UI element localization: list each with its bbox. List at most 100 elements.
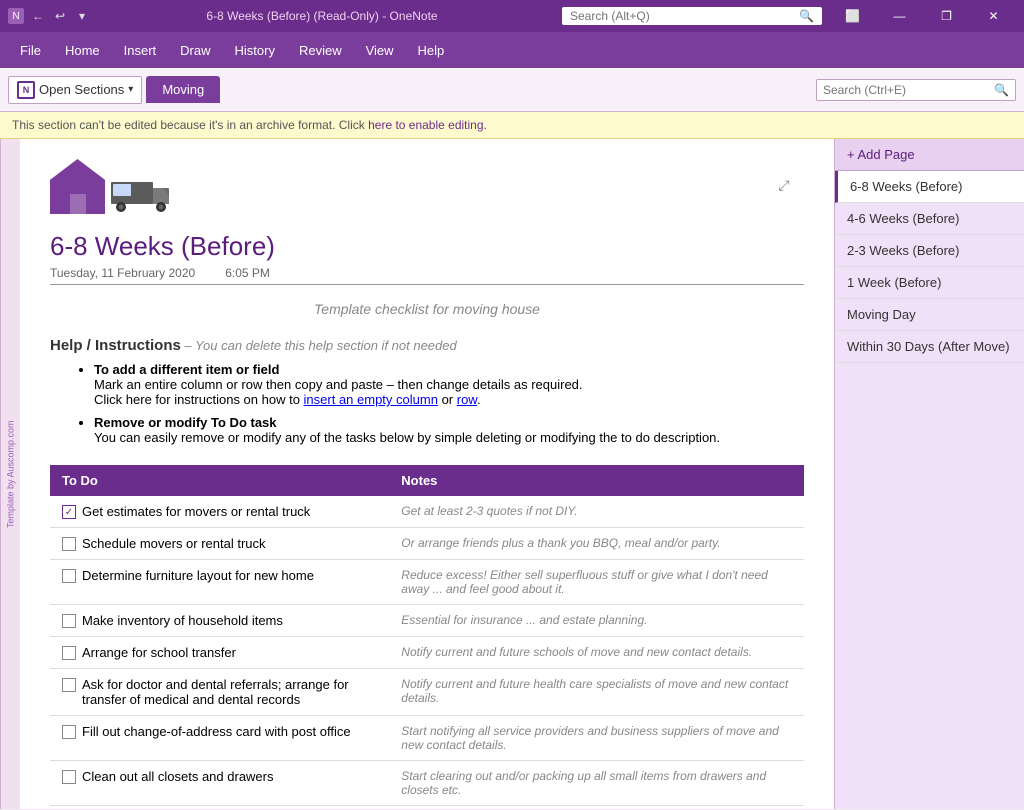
help-item-1-link-text: Click here for instructions on how to [94,392,304,407]
todo-cell-7: Clean out all closets and drawers [62,769,377,784]
todo-task-7: Clean out all closets and drawers [82,769,274,784]
todo-checkbox-4[interactable] [62,646,76,660]
help-item-1-period: . [477,392,481,407]
page-item-5[interactable]: Within 30 Days (After Move) [835,331,1024,363]
column-todo: To Do [50,465,389,496]
page-item-3[interactable]: 1 Week (Before) [835,267,1024,299]
page-date: Tuesday, 11 February 2020 6:05 PM [50,266,804,285]
todo-task-5: Ask for doctor and dental referrals; arr… [82,677,377,707]
todo-note-6: Start notifying all service providers an… [389,716,804,761]
todo-cell-3: Make inventory of household items [62,613,377,628]
watermark: Template by Auscomp.com [0,139,20,809]
help-title: Help / Instructions [50,337,181,354]
todo-task-6: Fill out change-of-address card with pos… [82,724,351,739]
help-item-1: To add a different item or field Mark an… [94,362,804,407]
house-icon [50,159,105,214]
todo-note-5: Notify current and future health care sp… [389,669,804,716]
todo-cell-2: Determine furniture layout for new home [62,568,377,583]
todo-note-2: Reduce excess! Either sell superfluous s… [389,560,804,605]
todo-checkbox-6[interactable] [62,725,76,739]
help-body: To add a different item or field Mark an… [70,362,804,445]
todo-checkbox-1[interactable] [62,537,76,551]
todo-task-0: Get estimates for movers or rental truck [82,504,310,519]
menu-draw[interactable]: Draw [168,37,222,64]
insert-column-link[interactable]: insert an empty column [304,392,438,407]
search-icon: 🔍 [799,9,814,23]
main-layout: Template by Auscomp.com ⤢ [0,139,1024,809]
todo-cell-1: Schedule movers or rental truck [62,536,377,551]
menu-file[interactable]: File [8,37,53,64]
page-item-0[interactable]: 6-8 Weeks (Before) [835,171,1024,203]
help-item-2-heading: Remove or modify To Do task [94,415,277,430]
todo-table: To Do Notes ✓ Get estimates for movers o… [50,465,804,806]
menu-home[interactable]: Home [53,37,112,64]
date-label: Tuesday, 11 February 2020 [50,266,195,280]
onenote-icon: N [8,8,24,24]
search-icon: 🔍 [994,83,1009,97]
table-row: Schedule movers or rental truck Or arran… [50,528,804,560]
title-bar: N ← ↩ ▾ 6-8 Weeks (Before) (Read-Only) -… [0,0,1024,32]
more-btn[interactable]: ▾ [74,8,90,24]
close-btn[interactable]: ✕ [971,0,1016,32]
page-item-2[interactable]: 2-3 Weeks (Before) [835,235,1024,267]
table-row: ✓ Get estimates for movers or rental tru… [50,496,804,528]
todo-checkbox-0[interactable]: ✓ [62,505,76,519]
template-description: Template checklist for moving house [50,301,804,317]
notebook-btn[interactable]: ⬜ [830,0,875,32]
page-item-4[interactable]: Moving Day [835,299,1024,331]
toolbar-search[interactable]: 🔍 [816,79,1016,101]
title-search-input[interactable] [570,9,799,23]
todo-checkbox-5[interactable] [62,678,76,692]
help-item-2: Remove or modify To Do task You can easi… [94,415,804,445]
pages-list: 6-8 Weeks (Before)4-6 Weeks (Before)2-3 … [835,171,1024,363]
menu-help[interactable]: Help [406,37,457,64]
open-sections-label: Open Sections [39,82,124,97]
menu-insert[interactable]: Insert [112,37,169,64]
content-area: ⤢ [20,139,834,809]
title-search[interactable]: 🔍 [562,7,822,25]
page-title: 6-8 Weeks (Before) [50,231,804,262]
minimize-btn[interactable]: — [877,0,922,32]
row-link[interactable]: row [457,392,477,407]
todo-cell-4: Arrange for school transfer [62,645,377,660]
help-subtitle: – You can delete this help section if no… [184,338,456,353]
table-header-row: To Do Notes [50,465,804,496]
help-section: Help / Instructions – You can delete thi… [50,337,804,445]
table-row: Arrange for school transfer Notify curre… [50,637,804,669]
menu-view[interactable]: View [354,37,406,64]
back-btn[interactable]: ← [30,8,46,24]
undo-btn[interactable]: ↩ [52,8,68,24]
archive-notice: This section can't be edited because it'… [0,112,1024,139]
add-page-btn[interactable]: + Add Page [835,139,1024,171]
window-controls: ⬜ — ❐ ✕ [830,0,1016,32]
moving-tab[interactable]: Moving [146,76,220,103]
menu-review[interactable]: Review [287,37,354,64]
title-bar-title: 6-8 Weeks (Before) (Read-Only) - OneNote [90,9,554,23]
todo-checkbox-7[interactable] [62,770,76,784]
todo-note-4: Notify current and future schools of mov… [389,637,804,669]
help-item-1-heading: To add a different item or field [94,362,279,377]
todo-cell-5: Ask for doctor and dental referrals; arr… [62,677,377,707]
chevron-down-icon: ▾ [128,84,133,95]
archive-notice-text: This section can't be edited because it'… [12,118,368,132]
expand-btn[interactable]: ⤢ [774,175,794,195]
maximize-btn[interactable]: ❐ [924,0,969,32]
todo-checkbox-3[interactable] [62,614,76,628]
open-sections-btn[interactable]: N Open Sections ▾ [8,76,142,104]
todo-note-1: Or arrange friends plus a thank you BBQ,… [389,528,804,560]
column-notes: Notes [389,465,804,496]
menu-history[interactable]: History [223,37,287,64]
todo-cell-6: Fill out change-of-address card with pos… [62,724,377,739]
todo-task-3: Make inventory of household items [82,613,283,628]
toolbar-search-input[interactable] [823,83,994,97]
archive-enable-link[interactable]: here to enable editing. [368,118,487,132]
time-label: 6:05 PM [225,266,270,280]
right-panel: + Add Page 6-8 Weeks (Before)4-6 Weeks (… [834,139,1024,809]
truck-icon [111,174,171,215]
help-item-1-body: Mark an entire column or row then copy a… [94,377,583,392]
page-item-1[interactable]: 4-6 Weeks (Before) [835,203,1024,235]
help-item-1-or: or [438,392,457,407]
todo-checkbox-2[interactable] [62,569,76,583]
todo-task-4: Arrange for school transfer [82,645,236,660]
help-item-2-body: You can easily remove or modify any of t… [94,430,720,445]
